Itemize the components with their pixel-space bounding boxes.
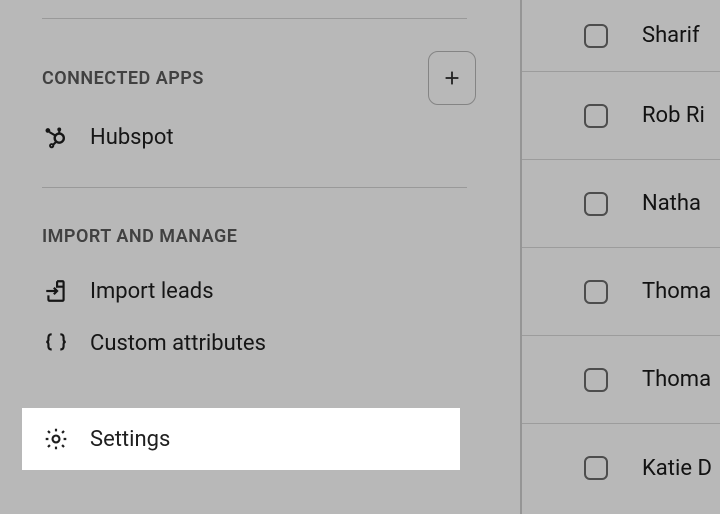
contact-name: Thoma	[642, 279, 711, 304]
table-row[interactable]: Sharif	[522, 0, 720, 72]
contact-name: Katie D	[642, 456, 712, 481]
contact-name: Rob Ri	[642, 103, 705, 128]
plus-icon	[441, 67, 463, 89]
table-row[interactable]: Thoma	[522, 336, 720, 424]
row-checkbox[interactable]	[584, 104, 608, 128]
connected-apps-header: CONNECTED APPS	[0, 19, 520, 105]
sidebar-item-label: Settings	[90, 427, 170, 452]
sidebar-item-settings[interactable]: Settings	[22, 408, 460, 470]
hubspot-icon	[42, 123, 70, 151]
row-checkbox[interactable]	[584, 456, 608, 480]
table-row[interactable]: Katie D	[522, 424, 720, 512]
sidebar-item-hubspot[interactable]: Hubspot	[0, 105, 520, 179]
row-checkbox[interactable]	[584, 280, 608, 304]
sidebar-item-label: Custom attributes	[90, 331, 266, 356]
add-app-button[interactable]	[428, 51, 476, 105]
table-row[interactable]: Thoma	[522, 248, 720, 336]
row-checkbox[interactable]	[584, 24, 608, 48]
contact-name: Natha	[642, 191, 701, 216]
table-row[interactable]: Rob Ri	[522, 72, 720, 160]
row-checkbox[interactable]	[584, 192, 608, 216]
connected-apps-title: CONNECTED APPS	[42, 68, 204, 89]
sidebar-item-import-leads[interactable]: Import leads	[0, 265, 520, 317]
sidebar-item-label: Import leads	[90, 279, 214, 304]
import-icon	[42, 277, 70, 305]
sidebar-item-custom-attributes[interactable]: Custom attributes	[0, 317, 520, 369]
row-checkbox[interactable]	[584, 368, 608, 392]
gear-icon	[42, 425, 70, 453]
contact-name: Sharif	[642, 23, 700, 48]
table-row[interactable]: Natha	[522, 160, 720, 248]
contacts-list: Sharif Rob Ri Natha Thoma Thoma Katie D	[522, 0, 720, 514]
import-manage-title: IMPORT AND MANAGE	[0, 188, 520, 265]
braces-icon	[42, 329, 70, 357]
sidebar-item-label: Hubspot	[90, 125, 174, 150]
contact-name: Thoma	[642, 367, 711, 392]
